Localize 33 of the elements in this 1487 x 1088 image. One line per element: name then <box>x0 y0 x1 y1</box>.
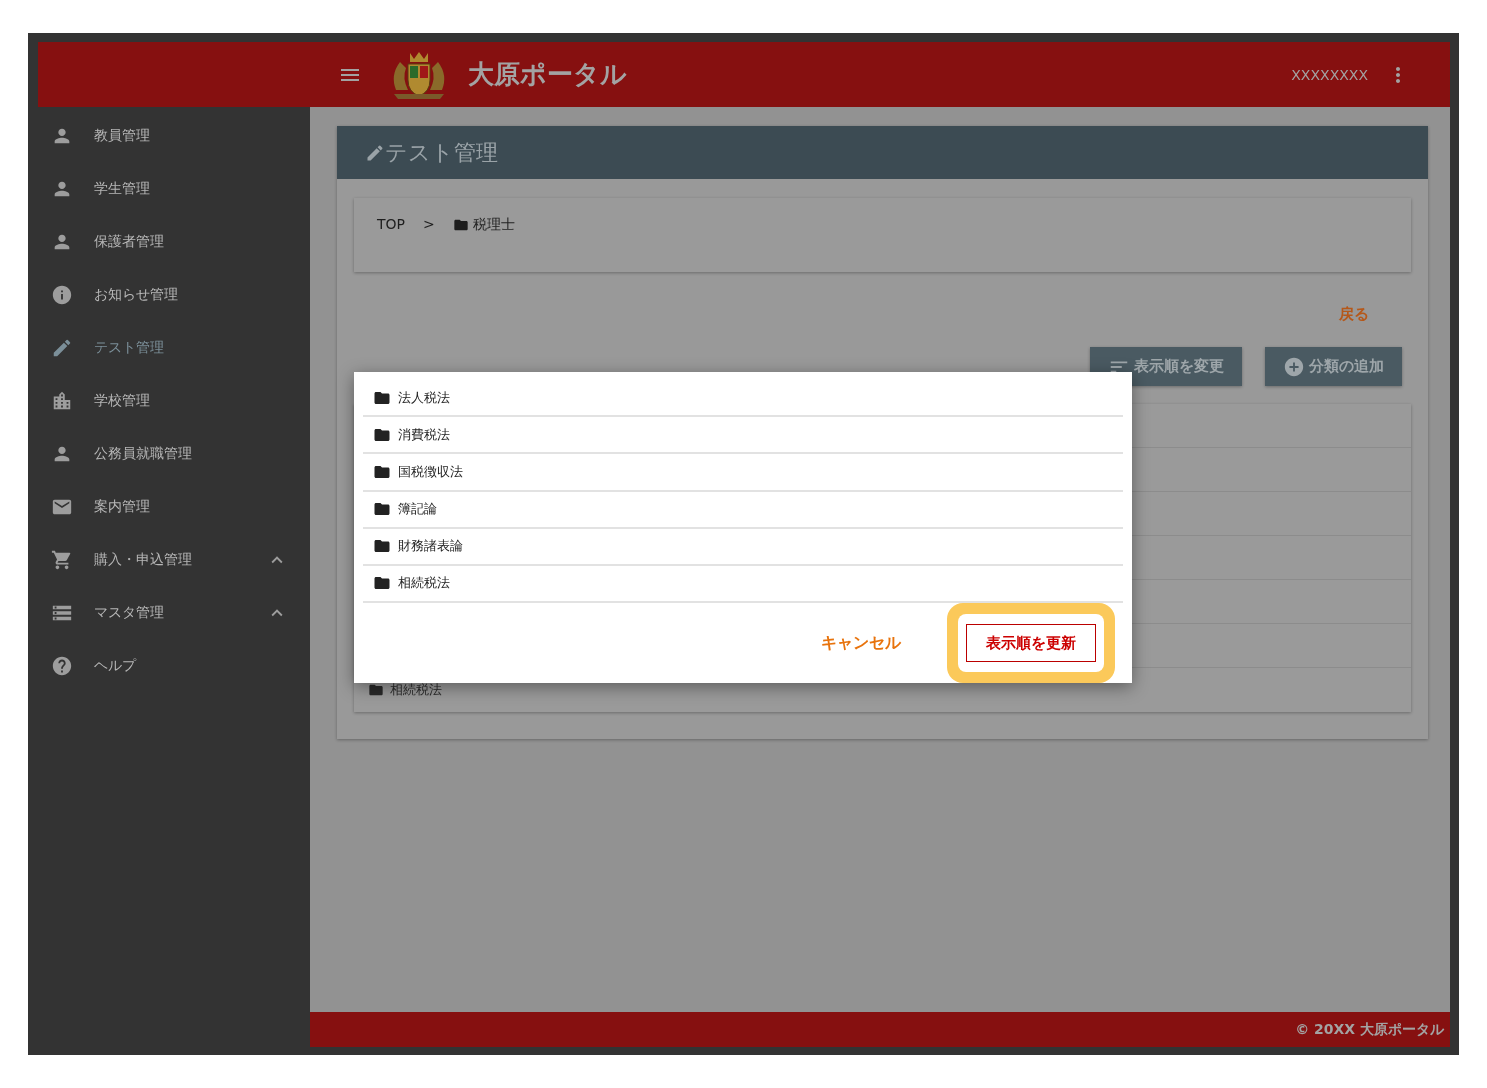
sidebar-item[interactable]: 教員管理 <box>28 109 310 162</box>
sidebar-item[interactable]: 案内管理 <box>28 480 310 533</box>
help-icon <box>51 654 73 677</box>
user-name[interactable]: XXXXXXXX <box>1291 66 1368 83</box>
breadcrumb-separator: > <box>423 216 435 232</box>
breadcrumb-link[interactable]: TOP <box>377 216 405 232</box>
dialog-list-item[interactable]: 相続税法 <box>398 574 450 593</box>
page-title: テスト管理 <box>385 138 498 167</box>
folder-icon <box>368 682 384 698</box>
building-icon <box>51 389 73 412</box>
info-icon <box>51 283 73 306</box>
copyright-text: © 20XX 大原ポータル <box>1295 1020 1444 1039</box>
sidebar-item[interactable]: 学生管理 <box>28 162 310 215</box>
sidebar-item[interactable]: お知らせ管理 <box>28 268 310 321</box>
dialog-list-item[interactable]: 法人税法 <box>398 388 450 407</box>
sidebar-item[interactable]: 保護者管理 <box>28 215 310 268</box>
dialog-list-item[interactable]: 国税徴収法 <box>398 462 463 481</box>
sidebar-item[interactable]: 公務員就職管理 <box>28 427 310 480</box>
sidebar-item[interactable]: ヘルプ <box>28 639 310 692</box>
dialog-list-item[interactable]: 消費税法 <box>398 425 450 444</box>
category-row[interactable]: 相続税法 <box>390 681 442 699</box>
dialog-list-item[interactable]: 簿記論 <box>398 500 437 519</box>
sidebar-item[interactable]: 学校管理 <box>28 374 310 427</box>
portal-title: 大原ポータル <box>468 58 627 91</box>
breadcrumb-current: 税理士 <box>472 216 515 234</box>
sidebar-item[interactable]: マスタ管理 <box>28 586 310 639</box>
pencil-icon <box>365 142 385 163</box>
folder-icon <box>452 217 469 233</box>
dialog-list-item[interactable]: 財務諸表論 <box>398 537 463 556</box>
cart-icon <box>51 548 73 571</box>
sidebar-item[interactable]: 購入・申込管理 <box>28 533 310 586</box>
sidebar-item[interactable]: テスト管理 <box>28 321 310 374</box>
update-order-button[interactable]: 表示順を更新 <box>966 624 1096 663</box>
